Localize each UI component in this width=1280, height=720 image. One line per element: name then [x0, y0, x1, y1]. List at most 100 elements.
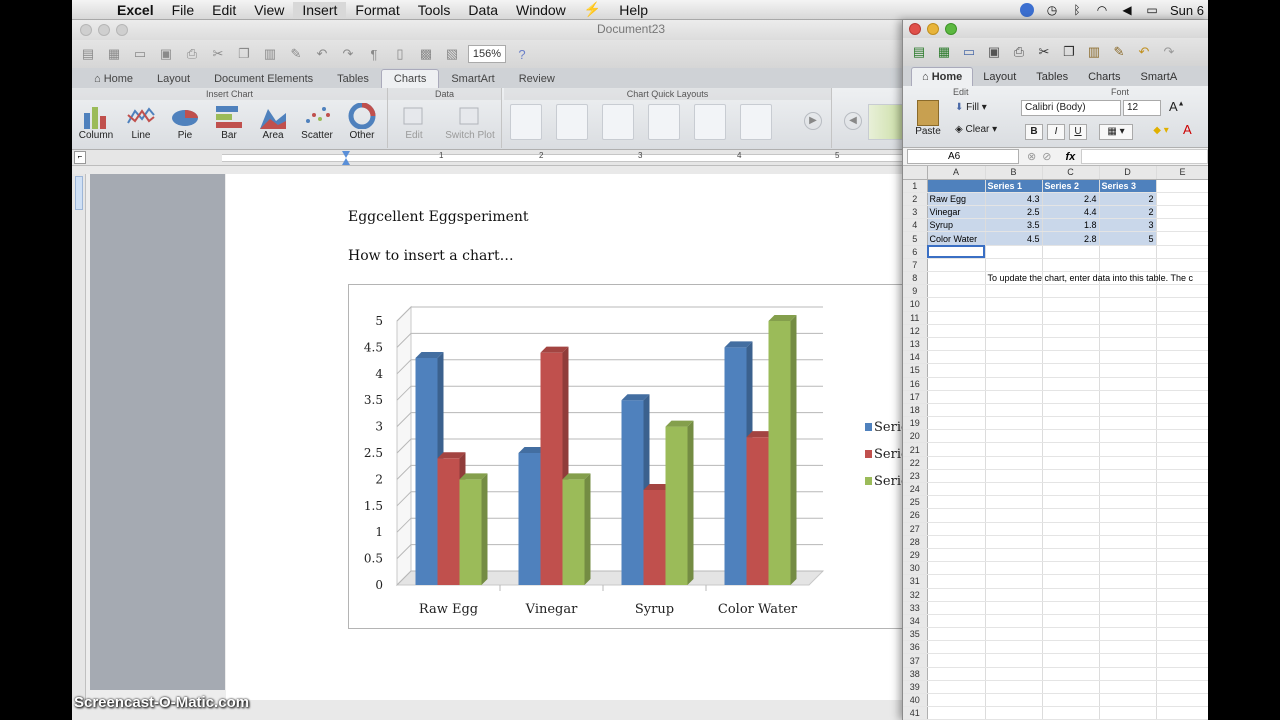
- spreadsheet-cell[interactable]: [985, 614, 1043, 629]
- ruler-tab-selector[interactable]: ⌐: [74, 151, 86, 164]
- spreadsheet-cell[interactable]: [1042, 442, 1100, 457]
- column-header[interactable]: A: [927, 166, 986, 180]
- spreadsheet-cell[interactable]: [1042, 627, 1100, 642]
- spreadsheet-cell[interactable]: Color Water: [927, 231, 986, 246]
- spreadsheet-cell[interactable]: [985, 363, 1043, 378]
- spreadsheet-cell[interactable]: Raw Egg: [927, 192, 986, 207]
- spreadsheet-cell[interactable]: [1156, 311, 1208, 325]
- spreadsheet-cell[interactable]: 2: [1099, 192, 1157, 207]
- tab-layout[interactable]: Layout: [973, 68, 1026, 86]
- menu-format[interactable]: Format: [346, 2, 408, 18]
- area-chart-button[interactable]: Area: [251, 102, 295, 141]
- spreadsheet-cell[interactable]: [1156, 588, 1208, 602]
- paste-button[interactable]: Paste: [911, 100, 945, 137]
- spreadsheet-cell[interactable]: [927, 693, 986, 708]
- cancel-formula-icon[interactable]: ⊗: [1027, 150, 1036, 163]
- chart-styles-prev-icon[interactable]: ◀: [844, 112, 862, 130]
- spreadsheet-cell[interactable]: [1156, 706, 1208, 720]
- spreadsheet-cell[interactable]: [1099, 561, 1157, 576]
- spreadsheet-cell[interactable]: [1099, 284, 1157, 299]
- row-header[interactable]: 15: [903, 363, 928, 378]
- spreadsheet-cell[interactable]: [1099, 442, 1157, 457]
- spreadsheet-cell[interactable]: [1156, 231, 1208, 246]
- spreadsheet-cell[interactable]: [985, 522, 1043, 536]
- spreadsheet-cell[interactable]: [1042, 495, 1100, 510]
- tab-layout[interactable]: Layout: [145, 70, 202, 88]
- spreadsheet-cell[interactable]: [1042, 601, 1100, 615]
- bold-button[interactable]: B: [1025, 124, 1043, 140]
- spreadsheet-cell[interactable]: [1099, 535, 1157, 549]
- copy-icon[interactable]: ❐: [1059, 43, 1079, 61]
- spreadsheet-cell[interactable]: [927, 561, 986, 576]
- font-color-button[interactable]: A: [1183, 122, 1192, 137]
- tab-home[interactable]: ⌂ Home: [911, 67, 974, 86]
- spreadsheet-cell[interactable]: [985, 390, 1043, 404]
- close-button[interactable]: [80, 24, 92, 36]
- excel-minimize-button[interactable]: [927, 23, 939, 35]
- new-document-icon[interactable]: ▤: [78, 45, 98, 63]
- spreadsheet-cell[interactable]: [985, 680, 1043, 695]
- row-header[interactable]: 10: [903, 297, 928, 312]
- spreadsheet-cell[interactable]: [1099, 469, 1157, 484]
- spreadsheet-cell[interactable]: [1042, 548, 1100, 563]
- row-header[interactable]: 8: [903, 271, 928, 286]
- help-icon[interactable]: ?: [512, 45, 532, 63]
- spreadsheet-cell[interactable]: 1.8: [1042, 218, 1100, 233]
- row-header[interactable]: 9: [903, 284, 928, 299]
- horizontal-ruler[interactable]: ⌐ 1 2 3 4 5: [72, 150, 912, 166]
- volume-icon[interactable]: ◀: [1120, 3, 1134, 17]
- spreadsheet-cell[interactable]: [985, 561, 1043, 576]
- spreadsheet-cell[interactable]: [985, 653, 1043, 668]
- spreadsheet-cell[interactable]: [1156, 614, 1208, 629]
- spreadsheet-cell[interactable]: [927, 482, 986, 497]
- spreadsheet-cell[interactable]: [1156, 258, 1208, 273]
- spreadsheet-cell[interactable]: [985, 693, 1043, 708]
- spreadsheet-cell[interactable]: [985, 416, 1043, 431]
- spreadsheet-cell[interactable]: [1099, 245, 1157, 259]
- spreadsheet-cell[interactable]: [1042, 297, 1100, 312]
- spreadsheet-cell[interactable]: [1099, 324, 1157, 338]
- row-header[interactable]: 36: [903, 640, 928, 655]
- row-header[interactable]: 31: [903, 574, 928, 589]
- spreadsheet-cell[interactable]: [1156, 667, 1208, 681]
- cut-icon[interactable]: ✂: [1034, 43, 1054, 61]
- formula-input[interactable]: [1081, 149, 1208, 164]
- spreadsheet-cell[interactable]: 3.5: [985, 218, 1043, 233]
- spreadsheet-cell[interactable]: [1099, 522, 1157, 536]
- column-header[interactable]: E: [1156, 166, 1208, 180]
- spreadsheet-cell[interactable]: [985, 640, 1043, 655]
- open-icon[interactable]: ▭: [959, 43, 979, 61]
- spreadsheet-cell[interactable]: [927, 179, 986, 193]
- spreadsheet-cell[interactable]: [927, 337, 986, 352]
- spreadsheet-cell[interactable]: [1156, 363, 1208, 378]
- spreadsheet-cell[interactable]: [927, 535, 986, 549]
- spreadsheet-cell[interactable]: [927, 640, 986, 655]
- spreadsheet-cell[interactable]: [1099, 627, 1157, 642]
- spreadsheet-cell[interactable]: [1042, 508, 1100, 523]
- spreadsheet-cell[interactable]: [1156, 640, 1208, 655]
- spreadsheet-cell[interactable]: [1156, 469, 1208, 484]
- grow-font-button[interactable]: A▲: [1169, 99, 1185, 114]
- spreadsheet-cell[interactable]: [927, 469, 986, 484]
- tab-charts[interactable]: Charts: [1078, 68, 1130, 86]
- row-header[interactable]: 26: [903, 508, 928, 523]
- tab-tables[interactable]: Tables: [1026, 68, 1078, 86]
- row-header[interactable]: 17: [903, 390, 928, 404]
- print-icon[interactable]: ⎙: [182, 45, 202, 63]
- row-header[interactable]: 29: [903, 548, 928, 563]
- spreadsheet-cell[interactable]: [985, 350, 1043, 365]
- spreadsheet-cell[interactable]: [985, 429, 1043, 444]
- spreadsheet-cell[interactable]: [1042, 284, 1100, 299]
- spreadsheet-cell[interactable]: [1099, 363, 1157, 378]
- spreadsheet-cell[interactable]: [1099, 614, 1157, 629]
- spreadsheet-cell[interactable]: [1042, 588, 1100, 602]
- spreadsheet-cell[interactable]: 2.4: [1042, 192, 1100, 207]
- script-icon[interactable]: ⚡: [575, 1, 610, 18]
- spreadsheet-cell[interactable]: [1099, 640, 1157, 655]
- row-header[interactable]: 24: [903, 482, 928, 497]
- row-header[interactable]: 30: [903, 561, 928, 576]
- undo-icon[interactable]: ↶: [312, 45, 332, 63]
- row-header[interactable]: 7: [903, 258, 928, 273]
- spreadsheet-cell[interactable]: [1042, 311, 1100, 325]
- other-chart-button[interactable]: Other: [340, 102, 384, 141]
